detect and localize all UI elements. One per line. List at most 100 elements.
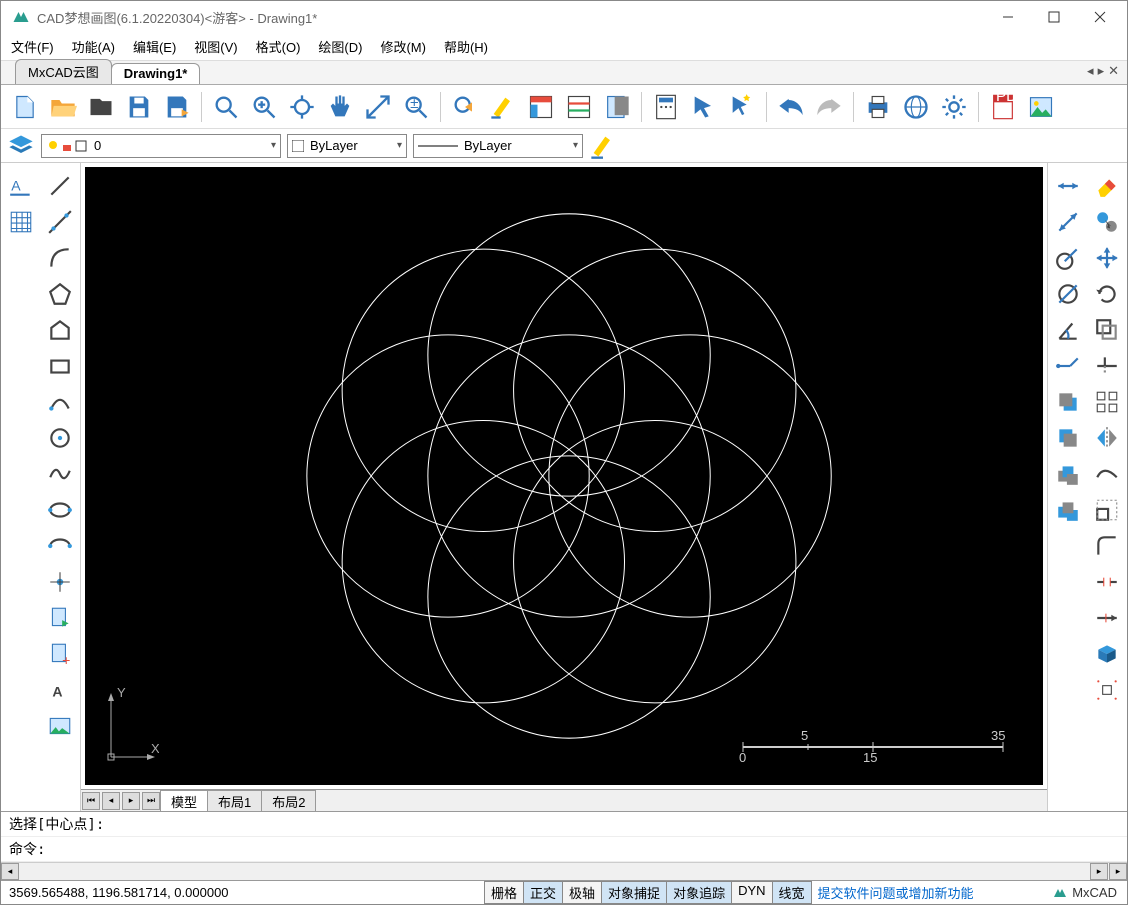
polygon-tool[interactable] — [43, 277, 77, 311]
copy-tool[interactable] — [1090, 205, 1124, 239]
zoom-previous-button[interactable] — [447, 89, 483, 125]
pan-button[interactable] — [322, 89, 358, 125]
toggle-dyn[interactable]: DYN — [731, 881, 772, 904]
command-scrollbar[interactable]: ◂ ▸ ▸ — [1, 862, 1127, 880]
undo-button[interactable] — [773, 89, 809, 125]
command-input[interactable]: 命令: — [1, 837, 1127, 862]
arc3p-tool[interactable] — [43, 385, 77, 419]
layout-next-button[interactable]: ▸ — [122, 792, 140, 810]
redo-button[interactable] — [811, 89, 847, 125]
menu-file[interactable]: 文件(F) — [11, 37, 54, 56]
scale-tool[interactable] — [1090, 493, 1124, 527]
toggle-lineweight[interactable]: 线宽 — [772, 881, 812, 904]
toggle-otrack[interactable]: 对象追踪 — [666, 881, 732, 904]
properties-button[interactable] — [523, 89, 559, 125]
pentagon-tool[interactable] — [43, 313, 77, 347]
toggle-osnap[interactable]: 对象捕捉 — [601, 881, 667, 904]
new-file-button[interactable] — [7, 89, 43, 125]
menu-help[interactable]: 帮助(H) — [444, 37, 488, 56]
close-button[interactable] — [1077, 1, 1123, 33]
dim-linear-tool[interactable] — [1051, 169, 1085, 203]
dim-aligned-tool[interactable] — [1051, 205, 1085, 239]
highlight-button[interactable] — [485, 89, 521, 125]
dim-ordinate-tool[interactable] — [1051, 349, 1085, 383]
move-tool[interactable] — [1090, 241, 1124, 275]
open-file-button[interactable] — [83, 89, 119, 125]
array-tool[interactable] — [1090, 385, 1124, 419]
select-button[interactable] — [686, 89, 722, 125]
tab-prev-icon[interactable]: ◂ — [1087, 63, 1094, 79]
menu-modify[interactable]: 修改(M) — [380, 37, 426, 56]
zoom-window-button[interactable] — [208, 89, 244, 125]
make-block-tool[interactable]: + — [43, 637, 77, 671]
dim-angular-tool[interactable] — [1051, 313, 1085, 347]
menu-draw[interactable]: 绘图(D) — [318, 37, 362, 56]
layer-panel-button[interactable] — [561, 89, 597, 125]
dim-diameter-tool[interactable] — [1051, 277, 1085, 311]
pdf-export-button[interactable]: PDF — [985, 89, 1021, 125]
layout-tab-model[interactable]: 模型 — [160, 790, 208, 812]
maximize-button[interactable] — [1031, 1, 1077, 33]
toggle-ortho[interactable]: 正交 — [523, 881, 563, 904]
linetype-combo[interactable]: ByLayer ▾ — [413, 134, 583, 158]
break-tool[interactable] — [1090, 565, 1124, 599]
web-button[interactable] — [898, 89, 934, 125]
3d-view-tool[interactable] — [1090, 637, 1124, 671]
hatch-button[interactable] — [4, 205, 38, 239]
bring-above-tool[interactable] — [1051, 457, 1085, 491]
zoom-in-button[interactable] — [246, 89, 282, 125]
arc-tool[interactable] — [43, 241, 77, 275]
toggle-grid[interactable]: 栅格 — [484, 881, 524, 904]
sheet-button[interactable] — [599, 89, 635, 125]
minimize-button[interactable] — [985, 1, 1031, 33]
image-export-button[interactable] — [1023, 89, 1059, 125]
mirror-tool[interactable] — [1090, 421, 1124, 455]
text-tool[interactable]: A — [43, 673, 77, 707]
tab-next-icon[interactable]: ▸ — [1098, 63, 1105, 79]
layout-tab-2[interactable]: 布局2 — [261, 790, 316, 812]
menu-edit[interactable]: 编辑(E) — [133, 37, 176, 56]
tab-close-icon[interactable]: ✕ — [1108, 63, 1119, 79]
rectangle-tool[interactable] — [43, 349, 77, 383]
spline-tool[interactable] — [43, 457, 77, 491]
print-button[interactable] — [860, 89, 896, 125]
send-back-tool[interactable] — [1051, 421, 1085, 455]
line-tool[interactable] — [43, 169, 77, 203]
calculator-button[interactable] — [648, 89, 684, 125]
layout-last-button[interactable]: ⏭ — [142, 792, 160, 810]
pencil-edit-icon[interactable] — [589, 132, 617, 160]
trim-tool[interactable] — [1090, 349, 1124, 383]
zoom-scale-button[interactable] — [360, 89, 396, 125]
drawing-canvas[interactable]: Y X 5 0 15 35 — [85, 167, 1043, 785]
offset-tool[interactable] — [1090, 313, 1124, 347]
quick-select-button[interactable] — [724, 89, 760, 125]
zoom-extents-button[interactable] — [284, 89, 320, 125]
extend-tool[interactable] — [1090, 457, 1124, 491]
dim-radius-tool[interactable] — [1051, 241, 1085, 275]
doc-tab-drawing1[interactable]: Drawing1* — [111, 63, 201, 84]
image-tool[interactable] — [43, 709, 77, 743]
toggle-polar[interactable]: 极轴 — [562, 881, 602, 904]
fillet-tool[interactable] — [1090, 529, 1124, 563]
settings-button[interactable] — [936, 89, 972, 125]
open-folder-button[interactable] — [45, 89, 81, 125]
save-button[interactable] — [121, 89, 157, 125]
scroll-right2-button[interactable]: ▸ — [1090, 863, 1108, 880]
save-as-button[interactable] — [159, 89, 195, 125]
join-tool[interactable] — [1090, 601, 1124, 635]
menu-view[interactable]: 视图(V) — [194, 37, 237, 56]
bring-front-tool[interactable] — [1051, 385, 1085, 419]
layers-icon[interactable] — [7, 132, 35, 160]
scroll-right-button[interactable]: ▸ — [1109, 863, 1127, 880]
color-combo[interactable]: ByLayer ▾ — [287, 134, 407, 158]
menu-format[interactable]: 格式(O) — [256, 37, 301, 56]
layout-first-button[interactable]: ⏮ — [82, 792, 100, 810]
rotate-tool[interactable] — [1090, 277, 1124, 311]
erase-tool[interactable] — [1090, 169, 1124, 203]
insert-block-tool[interactable] — [43, 601, 77, 635]
menu-feature[interactable]: 功能(A) — [72, 37, 115, 56]
feedback-link[interactable]: 提交软件问题或增加新功能 — [818, 883, 974, 902]
circle-tool[interactable] — [43, 421, 77, 455]
doc-tab-cloud[interactable]: MxCAD云图 — [15, 59, 112, 84]
ellipse-tool[interactable] — [43, 493, 77, 527]
